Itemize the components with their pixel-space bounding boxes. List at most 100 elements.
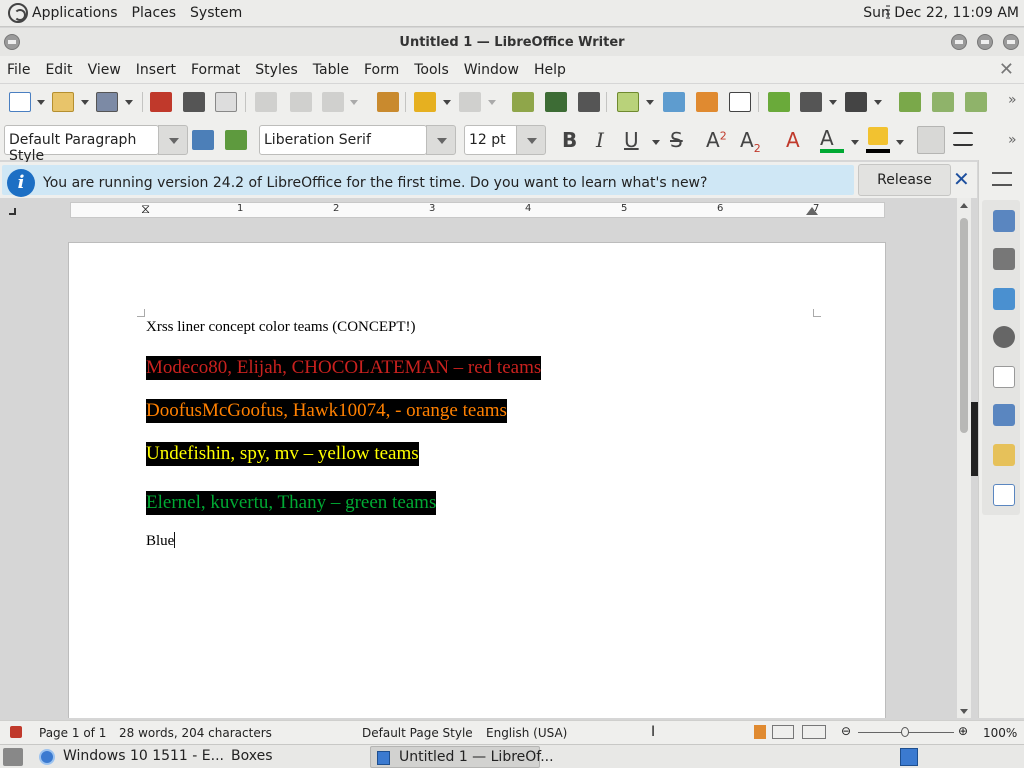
font-color-icon[interactable]: A: [820, 126, 834, 150]
undo-dropdown-icon[interactable]: [443, 100, 451, 105]
find-replace-icon[interactable]: [512, 92, 534, 112]
panel-menu-system[interactable]: System: [190, 5, 242, 21]
vertical-scrollbar[interactable]: [957, 198, 971, 718]
menu-form[interactable]: Form: [364, 62, 399, 78]
menu-tools[interactable]: Tools: [414, 62, 449, 78]
field-dropdown-icon[interactable]: [829, 100, 837, 105]
sidebar-navigator-icon[interactable]: [993, 326, 1015, 348]
zoom-in-icon[interactable]: ⊕: [958, 724, 968, 738]
zoom-level[interactable]: 100%: [983, 726, 1017, 740]
single-page-view-icon[interactable]: [754, 725, 766, 739]
page-number-status[interactable]: Page 1 of 1: [39, 726, 106, 740]
scrollbar-thumb[interactable]: [960, 218, 968, 433]
close-window-icon[interactable]: [1003, 34, 1019, 50]
special-char-dropdown-icon[interactable]: [874, 100, 882, 105]
release-notes-button[interactable]: Release Notes: [858, 164, 951, 218]
redo-dropdown-icon[interactable]: [488, 100, 496, 105]
font-name-dropdown-icon[interactable]: [426, 125, 456, 155]
formatting-marks-icon[interactable]: [578, 92, 600, 112]
paste-icon[interactable]: [322, 92, 344, 112]
undo-icon[interactable]: [414, 92, 436, 112]
doc-line-yellow-teams[interactable]: Undefishin, spy, mv – yellow teams: [146, 442, 419, 466]
paste-dropdown-icon[interactable]: [350, 100, 358, 105]
menu-insert[interactable]: Insert: [136, 62, 176, 78]
sidebar-style-inspector-icon[interactable]: [993, 404, 1015, 426]
maximize-icon[interactable]: [977, 34, 993, 50]
font-name-combo[interactable]: Liberation Serif: [259, 125, 427, 155]
toolbar-overflow-icon[interactable]: »: [1008, 92, 1020, 112]
insert-mode-icon[interactable]: I: [651, 724, 655, 740]
align-center-icon[interactable]: [953, 132, 973, 146]
panel-menu-places[interactable]: Places: [132, 5, 177, 21]
menu-window[interactable]: Window: [464, 62, 519, 78]
minimize-icon[interactable]: [951, 34, 967, 50]
subscript-icon[interactable]: A2: [740, 128, 761, 155]
doc-line-green-teams[interactable]: Elernel, kuvertu, Thany – green teams: [146, 491, 437, 515]
panel-menu-applications[interactable]: Applications: [32, 5, 118, 21]
new-dropdown-icon[interactable]: [37, 100, 45, 105]
insert-chart-icon[interactable]: [696, 92, 718, 112]
open-folder-icon[interactable]: [52, 92, 74, 112]
new-style-icon[interactable]: [225, 130, 247, 150]
book-view-icon[interactable]: [802, 725, 826, 739]
copy-icon[interactable]: [290, 92, 312, 112]
print-icon[interactable]: [183, 92, 205, 112]
font-size-dropdown-icon[interactable]: [516, 125, 546, 155]
insert-hyperlink-icon[interactable]: [899, 92, 921, 112]
sidebar-gallery-icon[interactable]: [993, 288, 1015, 310]
close-infobar-icon[interactable]: ✕: [953, 167, 970, 191]
menu-edit[interactable]: Edit: [45, 62, 72, 78]
sidebar-design-icon[interactable]: [993, 484, 1015, 506]
spelling-icon[interactable]: [545, 92, 567, 112]
cut-icon[interactable]: [255, 92, 277, 112]
show-desktop-icon[interactable]: [3, 748, 23, 766]
language-status[interactable]: English (USA): [486, 726, 567, 740]
sidebar-page-icon[interactable]: [993, 366, 1015, 388]
redo-icon[interactable]: [459, 92, 481, 112]
tab-stop-selector-icon[interactable]: [9, 208, 16, 215]
align-left-icon[interactable]: [917, 126, 945, 154]
font-color-dropdown-icon[interactable]: [851, 140, 859, 145]
special-character-icon[interactable]: [845, 92, 867, 112]
bold-icon[interactable]: B: [562, 128, 577, 152]
distro-logo-icon[interactable]: [8, 3, 28, 23]
right-indent-marker-icon[interactable]: [806, 207, 818, 215]
zoom-slider-thumb[interactable]: [901, 727, 909, 737]
sidebar-deck-toggle[interactable]: [971, 402, 978, 476]
font-size-combo[interactable]: 12 pt: [464, 125, 518, 155]
insert-footnote-icon[interactable]: [932, 92, 954, 112]
taskbar-item-boxes[interactable]: Boxes: [231, 746, 361, 768]
sidebar-styles-icon[interactable]: [993, 248, 1015, 270]
update-style-icon[interactable]: [192, 130, 214, 150]
table-dropdown-icon[interactable]: [646, 100, 654, 105]
export-pdf-icon[interactable]: [150, 92, 172, 112]
menu-help[interactable]: Help: [534, 62, 566, 78]
insert-textbox-icon[interactable]: [729, 92, 751, 112]
insert-image-icon[interactable]: [663, 92, 685, 112]
menu-table[interactable]: Table: [313, 62, 349, 78]
paragraph-style-combo[interactable]: Default Paragraph Style: [4, 125, 159, 164]
superscript-icon[interactable]: A2: [706, 128, 727, 152]
menu-view[interactable]: View: [88, 62, 121, 78]
save-icon[interactable]: [96, 92, 118, 112]
multi-page-view-icon[interactable]: [772, 725, 794, 739]
menu-styles[interactable]: Styles: [255, 62, 297, 78]
taskbar-item-writer[interactable]: Untitled 1 — LibreOf...: [370, 746, 554, 768]
insert-page-break-icon[interactable]: [768, 92, 790, 112]
insert-field-icon[interactable]: [800, 92, 822, 112]
taskbar-item-vm[interactable]: Windows 10 1511 - E...: [30, 746, 225, 768]
insert-table-icon[interactable]: [617, 92, 639, 112]
highlight-color-icon[interactable]: [868, 127, 888, 145]
clock[interactable]: Sun Dec 22, 11:09 AM: [863, 5, 1019, 21]
workspace-switcher-icon[interactable]: [900, 748, 918, 766]
italic-icon[interactable]: I: [596, 128, 604, 152]
sidebar-manage-changes-icon[interactable]: [993, 444, 1015, 466]
window-titlebar[interactable]: Untitled 1 — LibreOffice Writer: [0, 28, 1024, 56]
strikethrough-icon[interactable]: S: [670, 128, 683, 152]
horizontal-ruler[interactable]: 1 2 3 4 5 6 7 ⧖: [70, 202, 885, 218]
doc-line-title[interactable]: Xrss liner concept color teams (CONCEPT!…: [146, 319, 416, 336]
close-document-icon[interactable]: ✕: [999, 59, 1014, 80]
sidebar-menu-icon[interactable]: [992, 172, 1012, 186]
document-page[interactable]: Xrss liner concept color teams (CONCEPT!…: [68, 242, 886, 718]
window-menu-icon[interactable]: [4, 34, 20, 50]
